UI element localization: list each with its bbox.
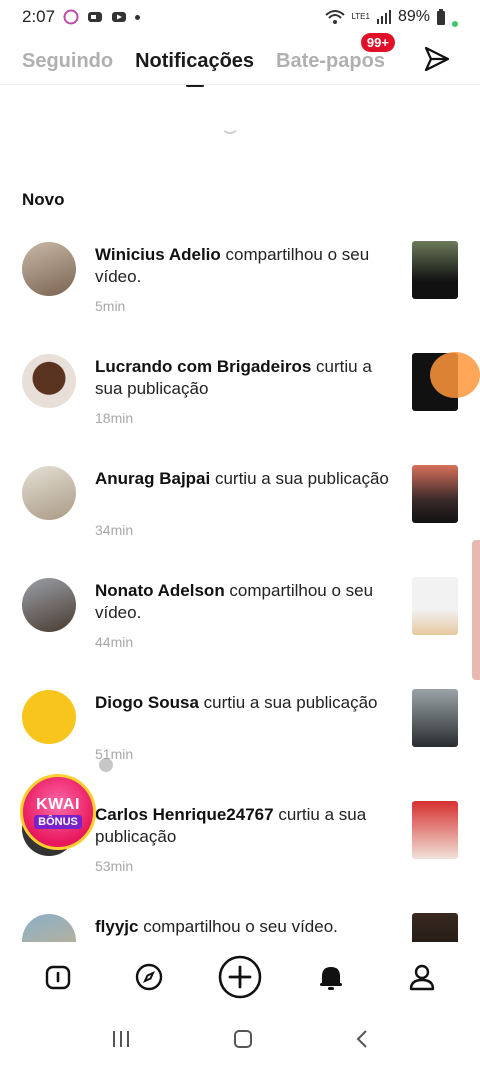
signal-icon [376,10,391,24]
user-name[interactable]: Carlos Henrique24767 [95,805,274,824]
notification-item[interactable]: Anurag Bajpai curtiu a sua publicação 34… [0,460,480,572]
avatar[interactable] [22,690,76,744]
loading-spinner-icon [221,116,239,134]
avatar[interactable] [22,578,76,632]
user-name[interactable]: Anurag Bajpai [95,469,210,488]
touch-indicator [430,352,480,398]
notification-action: curtiu a sua publicação [210,469,389,488]
status-bar: 2:07 LTE1 89% [0,0,480,34]
kwai-bonus-button[interactable]: KWAI BÔNUS [20,774,96,850]
notification-item[interactable]: flyyjc compartilhou o seu vídeo. [0,908,480,942]
user-name[interactable]: Winicius Adelio [95,245,221,264]
recent-apps-icon[interactable] [110,1029,132,1049]
compass-icon [135,963,162,991]
side-scroll-handle[interactable] [472,540,480,680]
user-name[interactable]: Nonato Adelson [95,581,225,600]
notification-action: curtiu a sua publicação [198,693,378,712]
notification-text: Winicius Adelio compartilhou o seu vídeo… [95,244,395,288]
post-thumbnail[interactable] [412,465,458,523]
nav-home-button[interactable] [34,953,82,1001]
tab-label: Seguindo [22,49,114,72]
notification-time: 44min [95,634,134,650]
battery-icon [437,9,445,25]
whatsapp-icon [63,9,79,25]
avatar[interactable] [22,242,76,296]
notification-text: Carlos Henrique24767 curtiu a sua public… [95,804,395,848]
post-thumbnail[interactable] [412,913,458,942]
touch-indicator [99,758,113,772]
video-call-icon [88,12,103,22]
notification-item[interactable]: Lucrando com Brigadeiros curtiu a sua pu… [0,348,480,460]
send-button[interactable] [420,42,454,76]
plus-icon [218,955,262,999]
send-icon [424,46,450,72]
nav-notifications-button[interactable] [307,953,355,1001]
profile-icon [410,964,435,991]
green-dot-icon [452,21,458,27]
tab-seguindo[interactable]: Seguindo [22,50,113,73]
bottom-nav [0,942,480,1012]
nav-create-button[interactable] [216,953,264,1001]
lte-label: LTE1 [351,12,370,21]
unread-badge: 99+ [360,32,395,52]
notification-action: compartilhou o seu vídeo. [138,917,338,936]
top-tabs: Seguindo Notificações Bate-papos 99+ [0,32,480,87]
avatar[interactable] [22,354,76,408]
nav-profile-button[interactable] [398,953,446,1001]
back-icon[interactable] [354,1028,370,1050]
user-name[interactable]: Lucrando com Brigadeiros [95,357,311,376]
notification-text: Lucrando com Brigadeiros curtiu a sua pu… [95,356,395,400]
avatar[interactable] [22,914,76,942]
notification-item[interactable]: Winicius Adelio compartilhou o seu vídeo… [0,236,480,348]
status-time: 2:07 [22,7,56,26]
post-thumbnail[interactable] [412,241,458,299]
post-thumbnail[interactable] [412,689,458,747]
post-thumbnail[interactable] [412,801,458,859]
notification-time: 18min [95,410,134,426]
notification-time: 53min [95,858,134,874]
notification-dot-icon [135,14,141,20]
home-icon [45,965,70,990]
avatar[interactable] [22,466,76,520]
tab-bate-papos[interactable]: Bate-papos 99+ [276,32,395,73]
notification-item[interactable]: Nonato Adelson compartilhou o seu vídeo.… [0,572,480,684]
user-name[interactable]: Diogo Sousa [95,693,199,712]
battery-level: 89% [397,8,430,25]
notification-time: 5min [95,298,126,314]
home-system-icon[interactable] [232,1028,254,1050]
notification-text: Anurag Bajpai curtiu a sua publicação [95,468,395,490]
nav-explore-button[interactable] [125,953,173,1001]
notification-time: 34min [95,522,134,538]
notification-text: Nonato Adelson compartilhou o seu vídeo. [95,580,395,624]
bonus-label: BÔNUS [34,814,82,829]
post-thumbnail[interactable] [412,577,458,635]
tab-label: Notificações [135,49,255,72]
user-name[interactable]: flyyjc [95,917,138,936]
wifi-icon [325,10,346,24]
section-title: Novo [22,190,65,209]
tab-notificacoes[interactable]: Notificações [135,49,255,87]
youtube-icon [112,12,127,22]
notification-text: Diogo Sousa curtiu a sua publicação [95,692,395,714]
system-nav-bar [0,1012,480,1066]
notification-text: flyyjc compartilhou o seu vídeo. [95,916,395,938]
bell-icon [320,967,343,990]
header-divider [0,84,480,85]
tab-label: Bate-papos [276,49,385,72]
kwai-label: KWAI [36,795,80,813]
